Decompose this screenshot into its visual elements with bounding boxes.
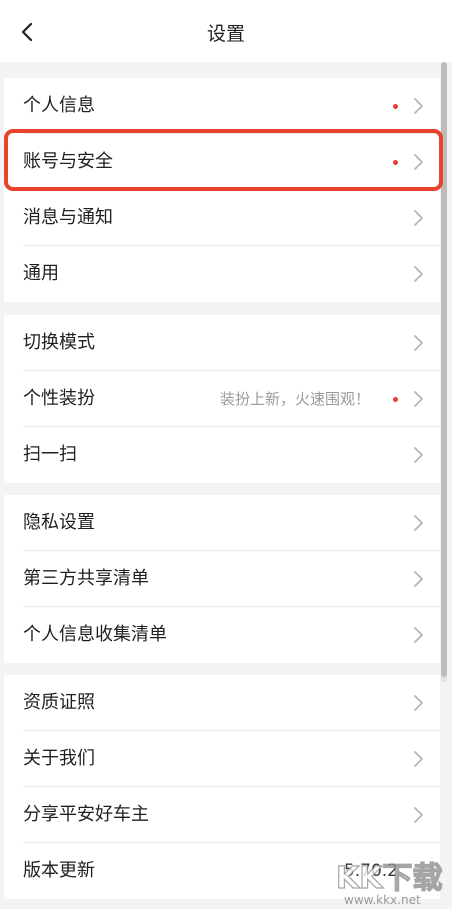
settings-group-about: 资质证照 关于我们 分享平安好车主 版本更新 5.70.2: [4, 675, 440, 899]
chevron-right-icon: [414, 266, 423, 282]
row-personal-theme[interactable]: 个性装扮 装扮上新，火速围观！: [4, 371, 440, 427]
row-share-app[interactable]: 分享平安好车主: [4, 787, 440, 843]
settings-group-account: 个人信息 账号与安全 消息与通知 通用: [4, 78, 440, 302]
chevron-right-icon: [414, 571, 423, 587]
chevron-right-icon: [414, 98, 423, 114]
settings-group-personalize: 切换模式 个性装扮 装扮上新，火速围观！ 扫一扫: [4, 315, 440, 483]
row-messages-notifications[interactable]: 消息与通知: [4, 190, 440, 246]
row-label: 隐私设置: [23, 512, 95, 533]
row-label: 关于我们: [23, 748, 95, 769]
row-label: 个人信息收集清单: [23, 624, 167, 645]
row-label: 切换模式: [23, 332, 95, 353]
page-title: 设置: [206, 23, 245, 45]
scrollbar-thumb[interactable]: [441, 62, 447, 677]
chevron-right-icon: [414, 515, 423, 531]
unread-dot: [393, 397, 398, 402]
row-label: 版本更新: [23, 860, 95, 881]
row-privacy-settings[interactable]: 隐私设置: [4, 495, 440, 551]
chevron-right-icon: [414, 210, 423, 226]
row-label: 账号与安全: [23, 151, 113, 172]
chevron-right-icon: [414, 627, 423, 643]
row-personal-info-collection[interactable]: 个人信息收集清单: [4, 607, 440, 663]
row-general[interactable]: 通用: [4, 246, 440, 302]
row-qualifications[interactable]: 资质证照: [4, 675, 440, 731]
chevron-right-icon: [414, 335, 423, 351]
version-number: 5.70.2: [343, 861, 398, 881]
row-label: 通用: [23, 263, 59, 284]
promo-hint: 装扮上新，火速围观！: [219, 390, 370, 408]
chevron-right-icon: [414, 695, 423, 711]
row-switch-mode[interactable]: 切换模式: [4, 315, 440, 371]
row-about-us[interactable]: 关于我们: [4, 731, 440, 787]
top-bar: 设置: [0, 0, 452, 62]
settings-group-privacy: 隐私设置 第三方共享清单 个人信息收集清单: [4, 495, 440, 663]
row-label: 扫一扫: [23, 444, 77, 465]
row-label: 个人信息: [23, 95, 95, 116]
chevron-right-icon: [414, 391, 423, 407]
row-scan[interactable]: 扫一扫: [4, 427, 440, 483]
unread-dot: [393, 160, 398, 165]
row-label: 第三方共享清单: [23, 568, 149, 589]
chevron-right-icon: [414, 154, 423, 170]
row-label: 个性装扮: [23, 388, 95, 409]
row-third-party-sharing[interactable]: 第三方共享清单: [4, 551, 440, 607]
row-label: 分享平安好车主: [23, 804, 149, 825]
chevron-right-icon: [414, 807, 423, 823]
chevron-right-icon: [414, 447, 423, 463]
row-label: 消息与通知: [23, 207, 113, 228]
unread-dot: [393, 104, 398, 109]
row-version-update[interactable]: 版本更新 5.70.2: [4, 843, 440, 899]
chevron-right-icon: [414, 751, 423, 767]
row-account-security[interactable]: 账号与安全: [4, 134, 440, 190]
row-personal-info[interactable]: 个人信息: [4, 78, 440, 134]
row-label: 资质证照: [23, 692, 95, 713]
